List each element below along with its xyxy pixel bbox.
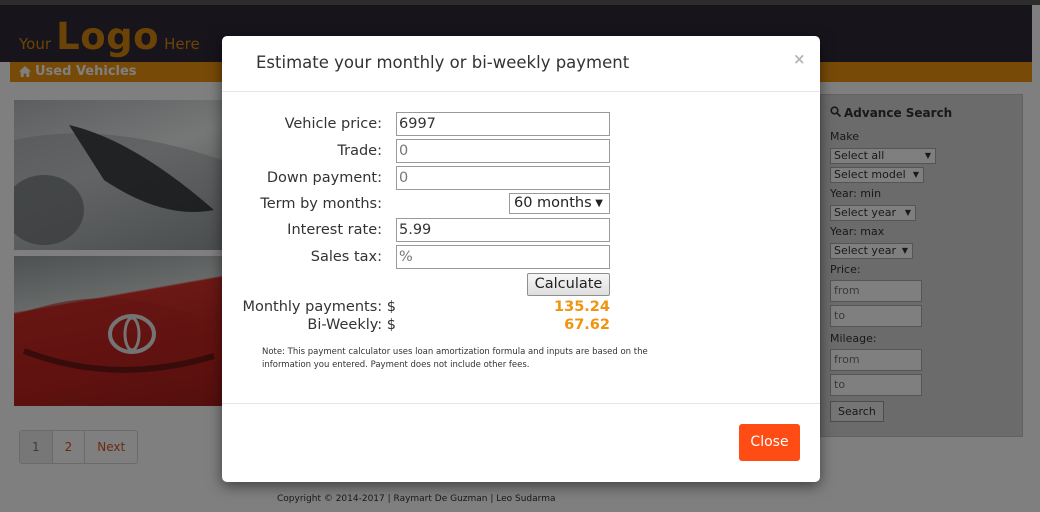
sales-tax-label: Sales tax: (310, 249, 382, 265)
down-payment-input[interactable]: 0 (396, 166, 610, 190)
modal-title: Estimate your monthly or bi-weekly payme… (256, 53, 630, 72)
term-label: Term by months: (260, 196, 382, 212)
payment-calculator-modal: Estimate your monthly or bi-weekly payme… (222, 36, 820, 482)
down-payment-label: Down payment: (266, 170, 382, 186)
sales-tax-input[interactable]: % (396, 245, 610, 269)
monthly-payments-value: 135.24 (554, 299, 610, 315)
monthly-payments-label: Monthly payments: $ (242, 299, 396, 315)
vehicle-price-input[interactable]: 6997 (396, 112, 610, 136)
calculator-note: Note: This payment calculator uses loan … (262, 347, 648, 370)
trade-input[interactable]: 0 (396, 139, 610, 163)
interest-rate-label: Interest rate: (287, 222, 382, 238)
close-icon[interactable]: × (793, 50, 806, 68)
modal-header-divider (222, 91, 820, 92)
calculate-button[interactable]: Calculate (527, 273, 610, 296)
vehicle-price-label: Vehicle price: (284, 116, 382, 132)
interest-rate-input[interactable]: 5.99 (396, 218, 610, 242)
modal-footer-divider (222, 403, 820, 404)
biweekly-value: 67.62 (564, 317, 610, 333)
chevron-down-icon: ▼ (595, 198, 603, 209)
close-button[interactable]: Close (739, 424, 800, 461)
biweekly-label: Bi-Weekly: $ (307, 317, 396, 333)
trade-label: Trade: (337, 143, 382, 159)
term-select-value: 60 months (514, 195, 592, 211)
term-select[interactable]: 60 months ▼ (509, 193, 610, 214)
